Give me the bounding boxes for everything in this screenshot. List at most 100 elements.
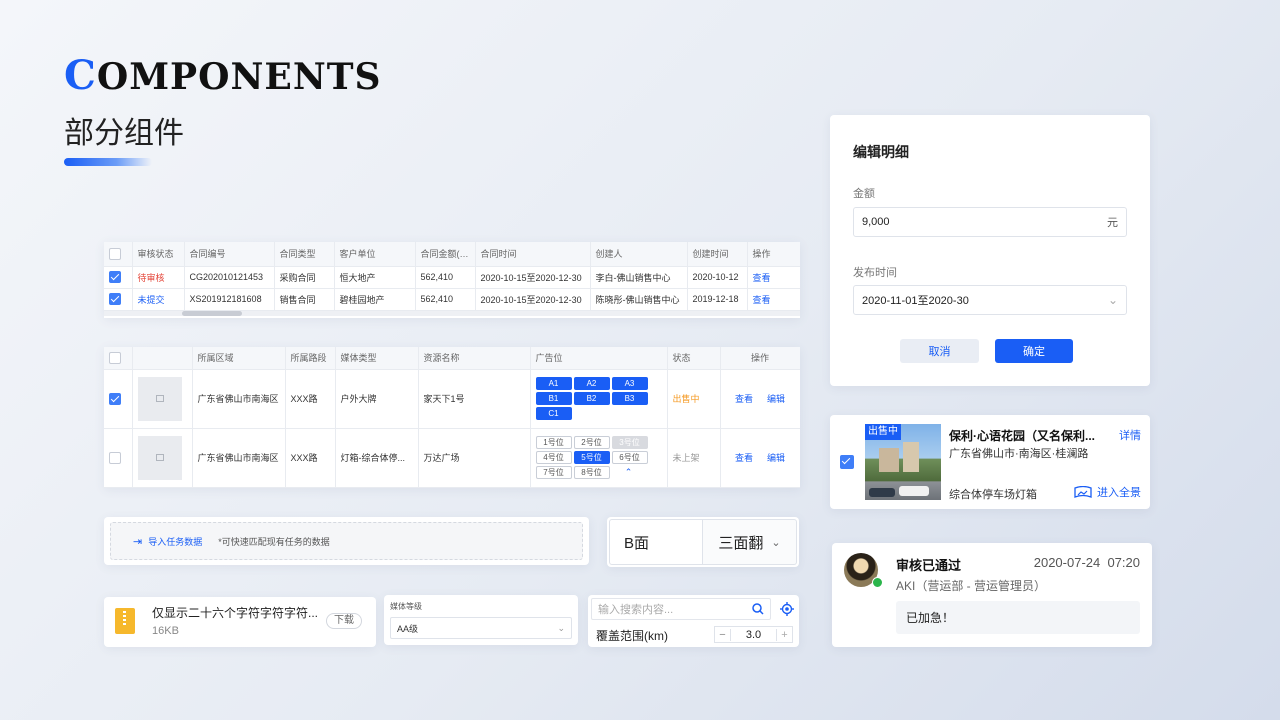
review-title: 审核已通过 bbox=[896, 558, 962, 573]
creator-cell: 陈晓彤-佛山销售中心 bbox=[590, 288, 688, 311]
decrement-button[interactable]: − bbox=[715, 628, 731, 641]
column-header: 客户单位 bbox=[334, 242, 416, 267]
column-header: 所属路段 bbox=[285, 347, 336, 370]
ad-slot-tag[interactable]: A1 bbox=[535, 377, 572, 390]
horizontal-scrollbar[interactable] bbox=[104, 310, 800, 316]
reviewer-name: AKI（营运部 - 营运管理员） bbox=[896, 579, 1047, 593]
status-cell: 未上架 bbox=[667, 428, 721, 488]
chevron-down-icon: ⌄ bbox=[1107, 293, 1118, 307]
increment-button[interactable]: + bbox=[776, 628, 792, 641]
row-checkbox-cell[interactable] bbox=[104, 266, 133, 289]
media-level-select[interactable]: AA级 ⌄ bbox=[390, 617, 572, 639]
name-cell: 家天下1号 bbox=[418, 369, 531, 429]
type-cell: 采购合同 bbox=[274, 266, 335, 289]
ad-slot-tag[interactable]: 8号位 bbox=[573, 466, 610, 479]
edit-link[interactable]: 编辑 bbox=[767, 453, 785, 463]
review-comment-box: 已加急！ bbox=[896, 601, 1140, 634]
row-checkbox-cell[interactable] bbox=[104, 369, 133, 429]
view-link[interactable]: 查看 bbox=[747, 288, 800, 311]
side-input[interactable]: B面 bbox=[609, 519, 703, 565]
table-row[interactable]: 广东省佛山市南海区 XXX路 户外大牌 家天下1号 A1 A2 A3 B1 B2 B3 … bbox=[104, 369, 800, 429]
road-cell: XXX路 bbox=[285, 369, 336, 429]
panorama-button[interactable]: 进入全景 bbox=[1074, 484, 1141, 500]
ad-slot-tag[interactable]: B3 bbox=[611, 392, 648, 405]
region-cell: 广东省佛山市南海区 bbox=[192, 428, 286, 488]
ad-slot-tag[interactable]: 7号位 bbox=[535, 466, 572, 479]
chevron-down-icon: ⌄ bbox=[557, 622, 565, 633]
property-checkbox[interactable] bbox=[840, 455, 854, 469]
amount-input[interactable]: 9,000 元 bbox=[853, 207, 1127, 237]
edit-detail-panel: 编辑明细 金额 9,000 元 发布时间 2020-11-01至2020-30 … bbox=[830, 115, 1150, 386]
locate-icon[interactable] bbox=[780, 602, 794, 616]
confirm-button[interactable]: 确定 bbox=[995, 339, 1073, 363]
contract-table-grid: 审核状态 合同编号 合同类型 客户单位 合同金额(元) 合同时间 创建人 创建时… bbox=[104, 242, 800, 311]
ad-slot-tag[interactable]: 2号位 bbox=[573, 436, 610, 449]
search-input[interactable]: 输入搜索内容... bbox=[591, 598, 771, 620]
row-checkbox[interactable] bbox=[109, 392, 121, 405]
collapse-chevron-icon[interactable]: ⌃ bbox=[611, 467, 647, 478]
client-cell: 恒大地产 bbox=[334, 266, 416, 289]
row-checkbox[interactable] bbox=[109, 271, 121, 283]
panorama-icon bbox=[1074, 485, 1092, 498]
date-value: 2020-11-01至2020-30 bbox=[862, 295, 969, 307]
download-button[interactable]: 下载 bbox=[326, 613, 362, 629]
table-row[interactable]: 未提交 XS201912181608 销售合同 碧桂园地产 562,410 20… bbox=[104, 288, 800, 311]
amount-cell: 562,410 bbox=[415, 288, 476, 311]
ad-slot-tag[interactable]: B2 bbox=[573, 392, 610, 405]
select-all-checkbox[interactable] bbox=[109, 247, 121, 260]
search-icon[interactable] bbox=[752, 603, 764, 615]
import-dropzone[interactable]: ⇥ 导入任务数据 *可快速匹配现有任务的数据 bbox=[110, 522, 583, 560]
flip-type-dropdown[interactable]: 三面翻 ⌄ bbox=[703, 519, 797, 565]
property-type: 综合体停车场灯箱 bbox=[949, 489, 1037, 501]
amount-value: 9,000 bbox=[862, 216, 890, 228]
chevron-down-icon: ⌄ bbox=[771, 536, 781, 549]
panorama-label: 进入全景 bbox=[1097, 487, 1141, 499]
row-checkbox-cell[interactable] bbox=[104, 288, 133, 311]
property-card[interactable]: 出售中 保利·心语花园（又名保利... 详情 广东省佛山市·南海区·桂澜路 综合… bbox=[830, 415, 1150, 509]
select-all-checkbox[interactable] bbox=[109, 351, 121, 364]
detail-link[interactable]: 详情 bbox=[1119, 427, 1141, 443]
row-checkbox-cell[interactable] bbox=[104, 428, 133, 488]
media-cell: 户外大牌 bbox=[335, 369, 419, 429]
import-card: ⇥ 导入任务数据 *可快速匹配现有任务的数据 bbox=[104, 517, 589, 565]
row-checkbox[interactable] bbox=[109, 451, 121, 464]
review-comment: 已加急！ bbox=[906, 611, 955, 625]
code-cell: CG202010121453 bbox=[184, 266, 275, 289]
view-link[interactable]: 查看 bbox=[735, 453, 753, 463]
ad-slot-tag[interactable]: A3 bbox=[611, 377, 648, 390]
view-link[interactable]: 查看 bbox=[747, 266, 800, 289]
table-header-row: 审核状态 合同编号 合同类型 客户单位 合同金额(元) 合同时间 创建人 创建时… bbox=[104, 242, 800, 267]
range-value[interactable]: 3.0 bbox=[731, 629, 776, 641]
page-subtitle: 部分组件 bbox=[64, 117, 184, 150]
created-cell: 2020-10-12 bbox=[687, 266, 748, 289]
table-row[interactable]: 广东省佛山市南海区 XXX路 灯箱-综合体停... 万达广场 1号位 2号位 3号位… bbox=[104, 428, 800, 488]
amount-label: 金额 bbox=[853, 188, 875, 200]
scrollbar-thumb[interactable] bbox=[182, 310, 242, 316]
media-level-value: AA级 bbox=[397, 623, 419, 634]
ad-slot-tag[interactable]: 5号位 bbox=[573, 451, 610, 464]
property-address: 广东省佛山市·南海区·桂澜路 bbox=[949, 448, 1089, 460]
cancel-button[interactable]: 取消 bbox=[900, 339, 979, 363]
image-placeholder-icon bbox=[137, 376, 182, 421]
resource-table: 所属区域 所属路段 媒体类型 资源名称 广告位 状态 操作 广东省佛山市南海区 … bbox=[104, 347, 800, 488]
ad-slot-tag[interactable]: 6号位 bbox=[611, 451, 648, 464]
ad-slot-tag[interactable]: B1 bbox=[535, 392, 572, 405]
header-checkbox-cell[interactable] bbox=[104, 242, 133, 267]
date-range-picker[interactable]: 2020-11-01至2020-30 ⌄ bbox=[853, 285, 1127, 315]
file-size: 16KB bbox=[152, 625, 179, 637]
ad-slot-tag[interactable]: C1 bbox=[535, 407, 572, 420]
range-stepper[interactable]: − 3.0 + bbox=[714, 626, 793, 643]
search-placeholder: 输入搜索内容... bbox=[598, 604, 674, 616]
ad-slot-tag[interactable]: A2 bbox=[573, 377, 610, 390]
column-header: 合同金额(元) bbox=[415, 242, 476, 267]
header-checkbox-cell[interactable] bbox=[104, 347, 133, 370]
face-select: B面 三面翻 ⌄ bbox=[607, 517, 799, 567]
edit-link[interactable]: 编辑 bbox=[767, 394, 785, 404]
amount-unit: 元 bbox=[1107, 217, 1118, 229]
row-checkbox[interactable] bbox=[109, 293, 121, 305]
import-link[interactable]: 导入任务数据 bbox=[148, 535, 202, 548]
ad-slot-tag[interactable]: 1号位 bbox=[535, 436, 572, 449]
view-link[interactable]: 查看 bbox=[735, 394, 753, 404]
table-row[interactable]: 待审核 CG202010121453 采购合同 恒大地产 562,410 202… bbox=[104, 266, 800, 289]
ad-slot-tag[interactable]: 4号位 bbox=[535, 451, 572, 464]
